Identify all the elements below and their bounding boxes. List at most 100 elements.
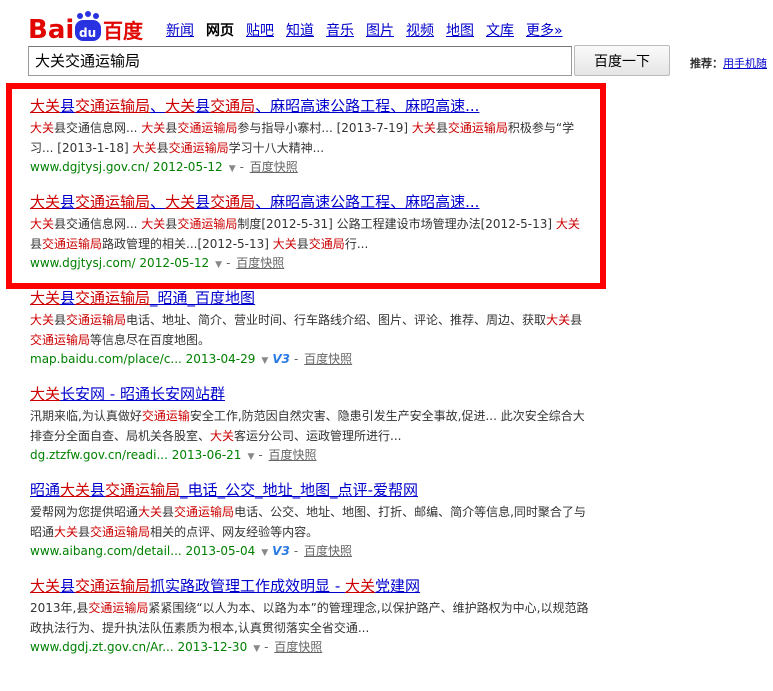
result-url: map.baidu.com/place/c... 2013-04-29 — [30, 352, 256, 366]
highlight-term: 交通运输局 — [42, 237, 103, 251]
recommend-link[interactable]: 用手机随 — [723, 57, 767, 70]
logo-cn: 百度 — [103, 19, 144, 43]
snapshot-link[interactable]: 百度快照 — [304, 544, 352, 558]
highlight-term: 大关 — [345, 577, 376, 595]
highlight-term: 大关 — [411, 121, 436, 135]
highlight-term: 交通运输局 — [105, 481, 181, 499]
dropdown-arrow-icon[interactable]: ▼ — [253, 644, 260, 654]
paw-icon: du — [75, 11, 101, 41]
nav-item-6[interactable]: 视频 — [406, 23, 434, 39]
nav-item-5[interactable]: 图片 — [366, 23, 394, 39]
recommend: 推荐：用手机随 — [690, 55, 767, 71]
meta-separator: - — [239, 160, 248, 174]
search-result: 大关县交通运输局、大关县交通局、麻昭高速公路工程、麻昭高速... 大关县交通信息网… — [30, 96, 590, 178]
highlight-term: 交通运输局 — [75, 97, 151, 115]
search-result: 大关长安网 - 昭通长安网站群汛期来临,为认真做好交通运输安全工作,防范因自然灾… — [30, 384, 590, 466]
dropdown-arrow-icon[interactable]: ▼ — [229, 164, 236, 174]
logo-du: du — [79, 26, 96, 40]
dropdown-arrow-icon[interactable]: ▼ — [261, 548, 268, 558]
highlight-term: 交通局 — [210, 97, 256, 115]
result-title-link[interactable]: 大关长安网 - 昭通长安网站群 — [30, 384, 590, 404]
nav-item-8[interactable]: 文库 — [486, 23, 514, 39]
highlight-term: 交通运输局 — [75, 289, 151, 307]
recommend-label: 推荐： — [690, 57, 723, 70]
logo-bai: Bai — [28, 15, 74, 44]
highlight-term: 大关 — [30, 289, 61, 307]
highlight-term: 大关 — [165, 97, 196, 115]
result-abstract: 大关县交通信息网... 大关县交通运输局制度[2012-5-31] 公路工程建设… — [30, 217, 580, 251]
highlight-term: 大关 — [30, 217, 55, 231]
baidu-logo[interactable]: Bai du 百度 — [28, 10, 146, 44]
result-title-link[interactable]: 大关县交通运输局、大关县交通局、麻昭高速公路工程、麻昭高速... — [30, 192, 590, 212]
result-title-link[interactable]: 大关县交通运输局、大关县交通局、麻昭高速公路工程、麻昭高速... — [30, 96, 590, 116]
highlight-term: 交通运输局 — [66, 313, 127, 327]
highlight-term: 大关 — [30, 385, 61, 403]
highlight-term: 大关 — [30, 97, 61, 115]
result-url: www.dgdj.zt.gov.cn/Ar... 2013-12-30 — [30, 640, 248, 654]
highlight-term: 大关 — [210, 429, 235, 443]
highlight-term: 大关 — [141, 217, 166, 231]
result-title-link[interactable]: 大关县交通运输局_昭通_百度地图 — [30, 288, 590, 308]
result-url: dg.ztzfw.gov.cn/readi... 2013-06-21 — [30, 448, 242, 462]
snapshot-link[interactable]: 百度快照 — [274, 640, 322, 654]
search-input[interactable] — [28, 46, 572, 76]
result-meta: www.dgdj.zt.gov.cn/Ar... 2013-12-30 ▼ - 百度… — [30, 638, 590, 658]
v3-badge-icon[interactable]: V3 — [272, 352, 290, 366]
result-meta: www.aibang.com/detail... 2013-05-04 ▼ V3- … — [30, 542, 590, 562]
highlight-term: 大关 — [30, 577, 61, 595]
snapshot-link[interactable]: 百度快照 — [304, 352, 352, 366]
nav-item-4[interactable]: 音乐 — [326, 23, 354, 39]
highlight-term: 大关 — [60, 481, 91, 499]
dropdown-arrow-icon[interactable]: ▼ — [261, 356, 268, 366]
highlight-term: 交通运输局 — [90, 525, 151, 539]
result-title-link[interactable]: 昭通大关县交通运输局_电话_公交_地址_地图_点评-爱帮网 — [30, 480, 590, 500]
nav-item-0[interactable]: 新闻 — [166, 23, 194, 39]
snapshot-link[interactable]: 百度快照 — [269, 448, 317, 462]
result-url: www.dgjtysj.com/ 2012-05-12 — [30, 256, 210, 270]
nav-item-1[interactable]: 网页 — [206, 23, 234, 39]
result-abstract: 2013年,县交通运输局紧紧围绕“以人为本、以路为本”的管理理念,以保护路产、维… — [30, 601, 589, 635]
result-title-link[interactable]: 大关县交通运输局抓实路政管理工作成效明显 - 大关党建网 — [30, 576, 590, 596]
highlight-term: 大关 — [138, 505, 163, 519]
result-meta: www.dgjtysj.gov.cn/ 2012-05-12 ▼ - 百度快照 — [30, 158, 590, 178]
meta-separator: - — [293, 352, 303, 366]
highlight-term: 大关 — [54, 525, 79, 539]
result-abstract: 爱帮网为您提供昭通大关县交通运输局电话、公交、地址、地图、打折、邮编、简介等信息… — [30, 505, 586, 539]
search-result: 大关县交通运输局_昭通_百度地图大关县交通运输局电话、地址、简介、营业时间、行车… — [30, 288, 590, 370]
result-abstract: 大关县交通信息网... 大关县交通运输局参与指导小寨村... [2013-7-1… — [30, 121, 575, 155]
nav-item-9[interactable]: 更多» — [526, 23, 563, 39]
highlight-term: 交通运输局 — [447, 121, 508, 135]
snapshot-link[interactable]: 百度快照 — [236, 256, 284, 270]
result-url: www.dgjtysj.gov.cn/ 2012-05-12 — [30, 160, 223, 174]
result-meta: map.baidu.com/place/c... 2013-04-29 ▼ V3- … — [30, 350, 590, 370]
search-button[interactable]: 百度一下 — [574, 45, 670, 76]
results-list: 大关县交通运输局、大关县交通局、麻昭高速公路工程、麻昭高速... 大关县交通信息网… — [30, 96, 590, 672]
nav-item-7[interactable]: 地图 — [446, 23, 474, 39]
highlight-term: 大关 — [272, 237, 297, 251]
highlight-term: 交通运输局 — [174, 505, 235, 519]
highlight-term: 大关 — [30, 313, 55, 327]
v3-badge-icon[interactable]: V3 — [272, 544, 290, 558]
highlight-term: 交通运输局 — [75, 193, 151, 211]
highlight-term: 大关 — [141, 121, 166, 135]
result-meta: www.dgjtysj.com/ 2012-05-12 ▼ - 百度快照 — [30, 254, 590, 274]
top-nav: 新闻 网页 贴吧 知道 音乐 图片 视频 地图 文库 更多» — [166, 20, 575, 40]
dropdown-arrow-icon[interactable]: ▼ — [247, 452, 254, 462]
highlight-term: 交通运输局 — [177, 121, 238, 135]
dropdown-arrow-icon[interactable]: ▼ — [215, 260, 222, 270]
highlight-term: 大关 — [30, 121, 55, 135]
snapshot-link[interactable]: 百度快照 — [250, 160, 298, 174]
highlight-term: 交通局 — [308, 237, 345, 251]
result-abstract: 大关县交通运输局电话、地址、简介、营业时间、行车路线介绍、图片、评论、推荐、周边… — [30, 313, 583, 347]
nav-item-2[interactable]: 贴吧 — [246, 23, 274, 39]
highlight-term: 交通运输 — [141, 409, 190, 423]
meta-separator: - — [264, 640, 273, 654]
highlight-term: 大关 — [555, 217, 580, 231]
highlight-term: 交通运输局 — [88, 601, 149, 615]
highlight-term: 交通运输局 — [30, 333, 91, 347]
result-abstract: 汛期来临,为认真做好交通运输安全工作,防范因自然灾害、隐患引发生产安全事故,促进… — [30, 409, 585, 443]
result-meta: dg.ztzfw.gov.cn/readi... 2013-06-21 ▼ - 百度… — [30, 446, 590, 466]
nav-item-3[interactable]: 知道 — [286, 23, 314, 39]
highlight-term: 大关 — [132, 141, 157, 155]
highlight-term: 交通运输局 — [75, 577, 151, 595]
